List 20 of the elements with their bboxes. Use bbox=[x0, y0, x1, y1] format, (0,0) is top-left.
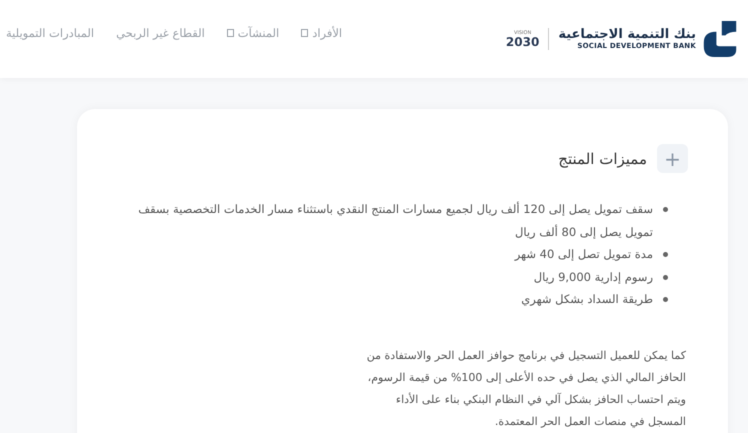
feature-text: سقف تمويل يصل إلى 120 ألف ريال لجميع مسارات المنتج النقدي باستثناء مسار الخدمات التخصصية بسقف تمويل يصل إلى 80 ألف ريال bbox=[137, 200, 653, 241]
dropdown-icon bbox=[301, 29, 308, 37]
paragraph: كما يمكن للعميل التسجيل في برنامج حوافز العمل الحر والاستفادة من الحافز المالي الذي يصل في حده الأعلى إلى 100% من قيمة الرسوم، ويتم احتساب الحافز بشكل آلي في النظام البنكي بناء على الأداء المسجل في منصات العمل الحر المعتمدة. bbox=[366, 348, 686, 430]
dropdown-icon bbox=[226, 29, 234, 37]
feature-text: مدة تمويل تصل إلى 40 شهر bbox=[514, 246, 653, 263]
feature-text: طريقة السداد بشكل شهري bbox=[521, 291, 653, 308]
feature-text: رسوم إدارية 9,000 ريال bbox=[534, 268, 653, 286]
bank-name: بنك التنمية الاجتماعية bbox=[558, 28, 696, 42]
expand-button[interactable]: + bbox=[657, 144, 688, 173]
nav-link[interactable]: المنشآت bbox=[226, 26, 280, 40]
nav-link[interactable]: الأفراد bbox=[301, 26, 342, 40]
bullet-icon bbox=[663, 297, 668, 302]
bullet-icon bbox=[663, 207, 668, 212]
nav-link[interactable]: المبادرات التمويلية bbox=[6, 26, 94, 40]
bank-logo-icon[interactable] bbox=[702, 19, 738, 59]
vision-year: 2030 bbox=[506, 36, 540, 48]
bullet-icon bbox=[663, 274, 668, 280]
nav-link[interactable]: القطاع غير الربحي bbox=[116, 26, 205, 40]
bullet-icon bbox=[663, 252, 668, 257]
section-title: مميزات المنتج bbox=[558, 150, 647, 168]
